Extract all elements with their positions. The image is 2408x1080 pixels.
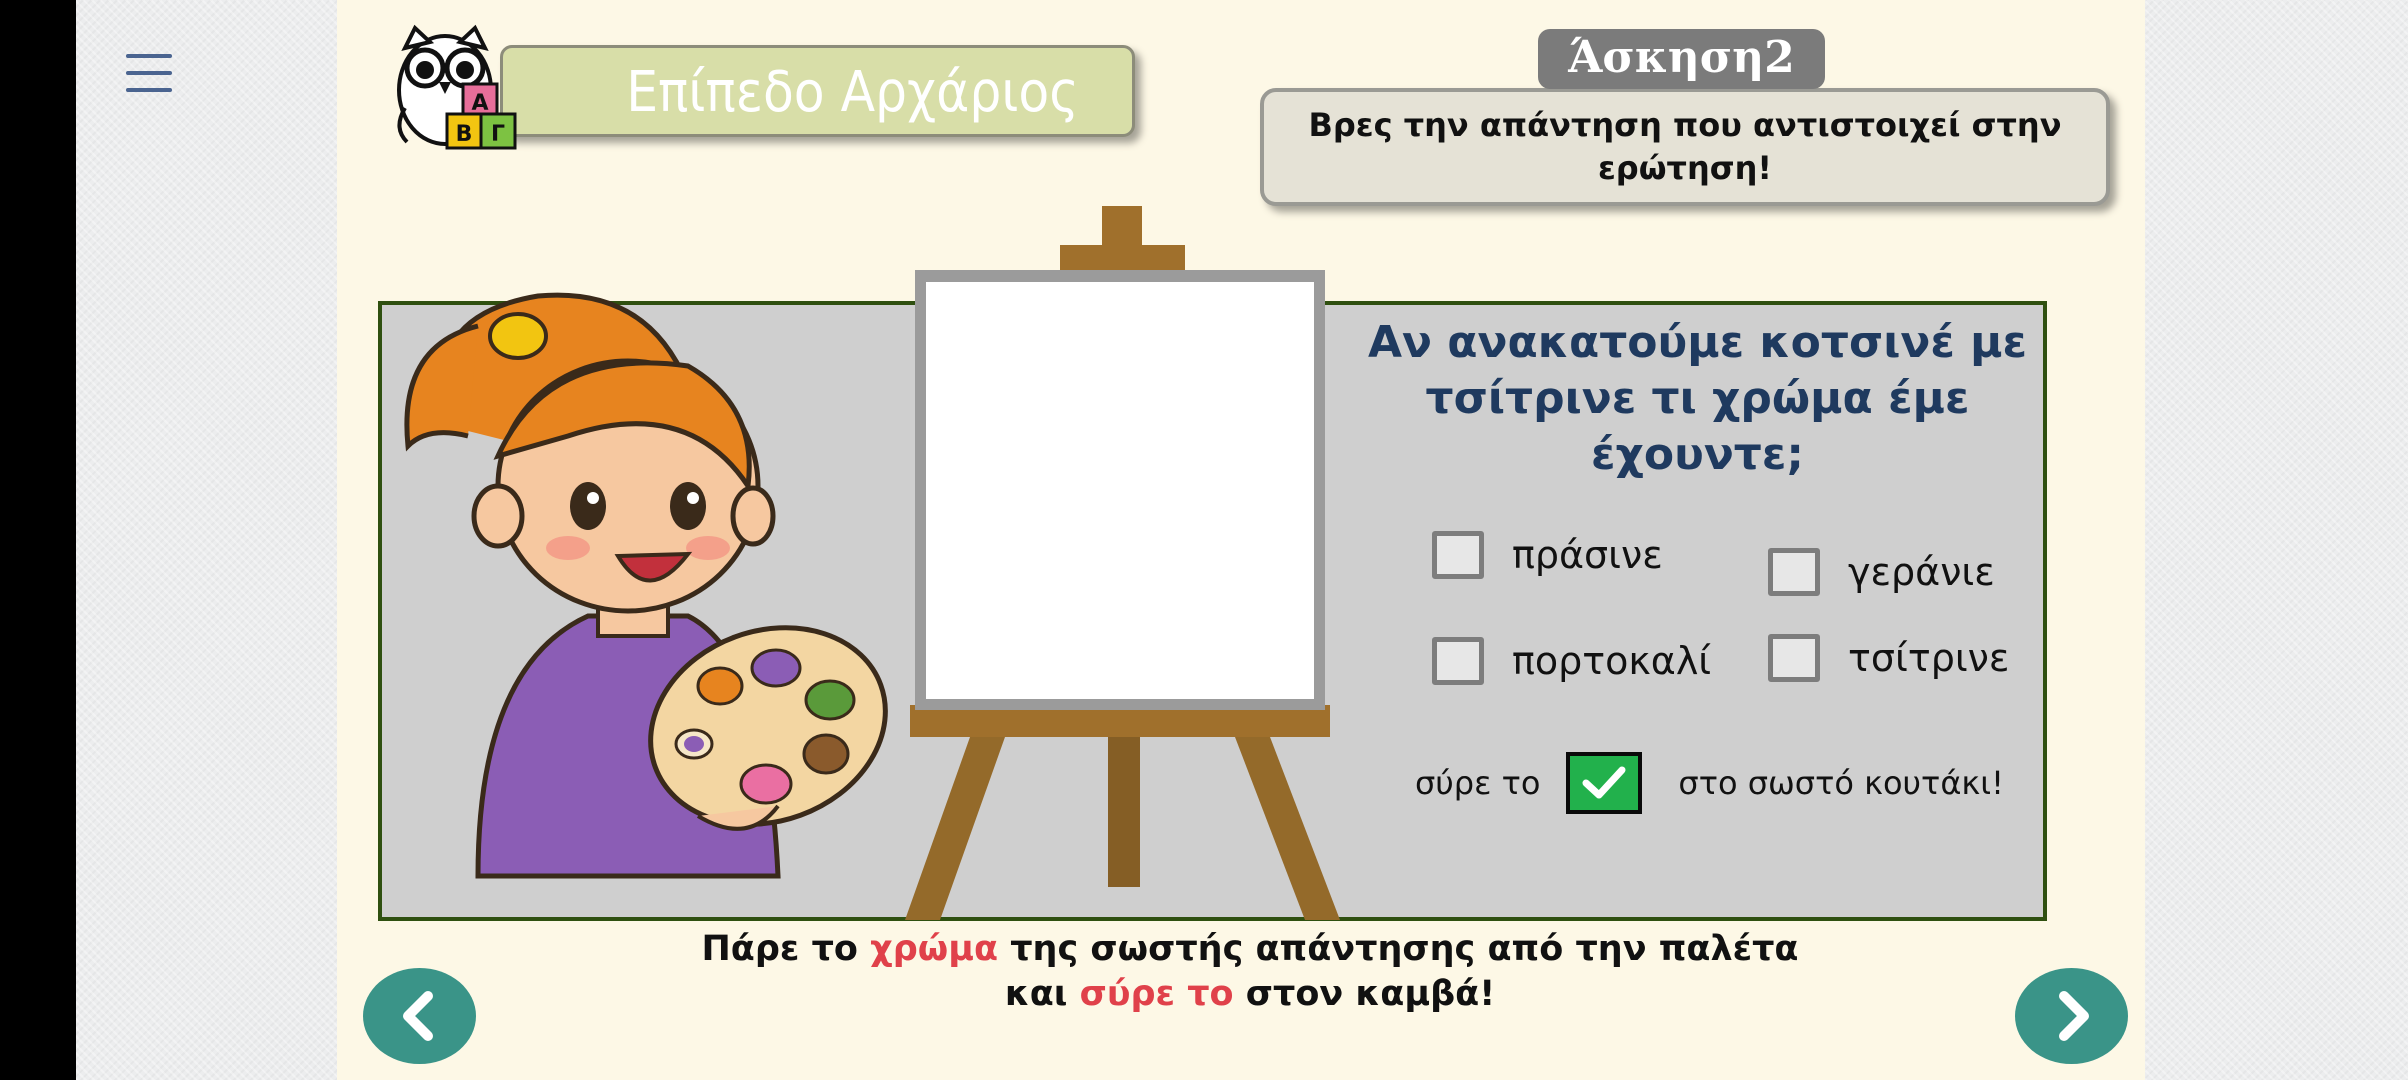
option-checkbox[interactable] bbox=[1768, 634, 1820, 682]
bottom-text-highlight: σύρε το bbox=[1079, 974, 1234, 1014]
next-button[interactable] bbox=[2015, 968, 2128, 1064]
option-label: πορτοκαλί bbox=[1512, 639, 1712, 683]
bottom-text-part: και bbox=[1004, 974, 1068, 1014]
owl-block-letter: Β bbox=[456, 122, 473, 147]
girl-with-palette-illustration bbox=[404, 292, 888, 879]
option-checkbox[interactable] bbox=[1432, 531, 1484, 579]
bottom-instruction: Πάρε το χρώμα της σωστής απάντησης από τ… bbox=[560, 927, 1940, 1017]
owl-block-letter: Γ bbox=[491, 122, 505, 147]
bottom-text-part: της σωστής απάντησης από την παλέτα bbox=[1010, 929, 1799, 969]
option-checkbox[interactable] bbox=[1432, 637, 1484, 685]
bottom-text-highlight: χρώμα bbox=[870, 929, 999, 969]
canvas-drop-zone[interactable] bbox=[926, 282, 1314, 699]
question-text: Αν ανακατούμε κοτσινέ με τσίτρινε τι χρώ… bbox=[1367, 317, 2028, 480]
bottom-text-part: Πάρε το bbox=[701, 929, 858, 969]
drag-hint-before: σύρε το bbox=[1415, 764, 1541, 802]
drag-hint: σύρε το στο σωστό κουτάκι! bbox=[1415, 752, 2004, 814]
exercise-tag: Άσκηση2 bbox=[1538, 29, 1825, 89]
level-banner: Επίπεδο Αρχάριος bbox=[500, 45, 1135, 137]
option-label: γεράνιε bbox=[1848, 550, 1995, 594]
option-label: τσίτρινε bbox=[1848, 636, 2010, 680]
instruction-box: Βρες την απάντηση που αντιστοιχεί στην ε… bbox=[1260, 88, 2110, 206]
option-tsitrine[interactable]: τσίτρινε bbox=[1768, 634, 2009, 682]
right-backdrop bbox=[2145, 0, 2408, 1080]
draggable-checkmark-icon[interactable] bbox=[1566, 752, 1643, 814]
bottom-text-part: στον καμβά! bbox=[1245, 974, 1496, 1014]
owl-mascot-icon: Α Β Γ bbox=[397, 24, 517, 150]
chevron-left-icon bbox=[402, 991, 433, 1041]
option-prasine[interactable]: πράσινε bbox=[1432, 531, 1663, 579]
drag-hint-after: στο σωστό κουτάκι! bbox=[1678, 764, 2004, 802]
option-portokali[interactable]: πορτοκαλί bbox=[1432, 637, 1711, 685]
left-backdrop bbox=[76, 0, 337, 1080]
owl-block-letter: Α bbox=[471, 91, 488, 116]
previous-button[interactable] bbox=[363, 968, 476, 1064]
chevron-right-icon bbox=[2058, 991, 2089, 1041]
option-geranie[interactable]: γεράνιε bbox=[1768, 548, 1995, 596]
instruction-text: Βρες την απάντηση που αντιστοιχεί στην ε… bbox=[1308, 106, 2062, 187]
option-checkbox[interactable] bbox=[1768, 548, 1820, 596]
option-label: πράσινε bbox=[1512, 533, 1663, 577]
hamburger-menu-icon[interactable] bbox=[124, 52, 174, 94]
easel-canvas[interactable] bbox=[880, 200, 1360, 920]
